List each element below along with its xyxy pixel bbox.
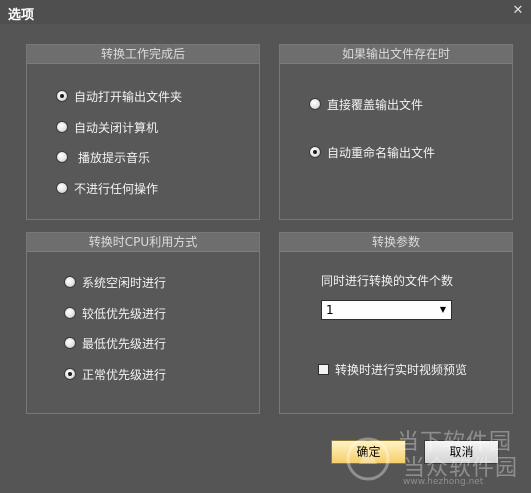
title-bar: 选项 ✕ [0, 0, 531, 24]
option-label: 自动重命名输出文件 [327, 145, 436, 160]
completion-panel-title: 转换工作完成后 [27, 45, 259, 64]
option-realtime-preview[interactable]: 转换时进行实时视频预览 [318, 360, 467, 378]
option-shutdown-computer[interactable]: 自动关闭计算机 [56, 118, 158, 136]
option-cpu-lower[interactable]: 较低优先级进行 [64, 304, 166, 322]
concurrent-files-value: 1 [326, 303, 334, 317]
option-cpu-lowest[interactable]: 最低优先级进行 [64, 334, 166, 352]
option-label: 转换时进行实时视频预览 [335, 362, 468, 377]
conversion-params-panel: 转换参数 [279, 232, 513, 414]
realtime-preview-checkbox[interactable] [318, 363, 329, 375]
watermark-url: www.hezhong.net [403, 477, 484, 487]
radio-button[interactable] [64, 307, 76, 319]
option-open-output-folder[interactable]: 自动打开输出文件夹 [56, 87, 182, 105]
window-title: 选项 [8, 8, 35, 23]
option-label: 自动关闭计算机 [74, 120, 159, 135]
option-cpu-normal[interactable]: 正常优先级进行 [64, 365, 166, 383]
option-overwrite-output[interactable]: 直接覆盖输出文件 [309, 95, 423, 113]
concurrent-files-select[interactable]: 1 ▼ [321, 300, 452, 320]
option-label: 最低优先级进行 [82, 336, 167, 351]
ok-button[interactable]: 确定 [331, 440, 406, 464]
conversion-params-panel-title: 转换参数 [280, 233, 512, 252]
radio-button[interactable] [64, 368, 76, 380]
radio-button[interactable] [56, 121, 68, 133]
cpu-usage-panel: 转换时CPU利用方式 [26, 232, 260, 414]
option-label: 正常优先级进行 [82, 367, 167, 382]
cancel-button[interactable]: 取消 [424, 440, 499, 464]
radio-button[interactable] [64, 276, 76, 288]
option-label: 播放提示音乐 [78, 150, 151, 165]
concurrent-files-label: 同时进行转换的文件个数 [321, 274, 454, 288]
file-exists-panel: 如果输出文件存在时 [279, 44, 513, 220]
option-do-nothing[interactable]: 不进行任何操作 [56, 179, 158, 197]
radio-button[interactable] [56, 90, 68, 102]
option-play-music[interactable]: 播放提示音乐 [56, 148, 150, 166]
option-label: 不进行任何操作 [74, 181, 159, 196]
option-cpu-idle[interactable]: 系统空闲时进行 [64, 273, 166, 291]
close-icon[interactable]: ✕ [510, 3, 526, 19]
option-label: 自动打开输出文件夹 [74, 89, 183, 104]
dropdown-arrow-icon: ▼ [439, 305, 446, 314]
cpu-usage-panel-title: 转换时CPU利用方式 [27, 233, 259, 252]
option-auto-rename-output[interactable]: 自动重命名输出文件 [309, 143, 435, 161]
radio-button[interactable] [309, 98, 321, 110]
option-label: 系统空闲时进行 [82, 275, 167, 290]
radio-button[interactable] [56, 182, 68, 194]
file-exists-panel-title: 如果输出文件存在时 [280, 45, 512, 64]
option-label: 直接覆盖输出文件 [327, 97, 424, 112]
radio-button[interactable] [309, 146, 321, 158]
radio-button[interactable] [64, 337, 76, 349]
option-label: 较低优先级进行 [82, 306, 167, 321]
radio-button[interactable] [56, 151, 68, 163]
